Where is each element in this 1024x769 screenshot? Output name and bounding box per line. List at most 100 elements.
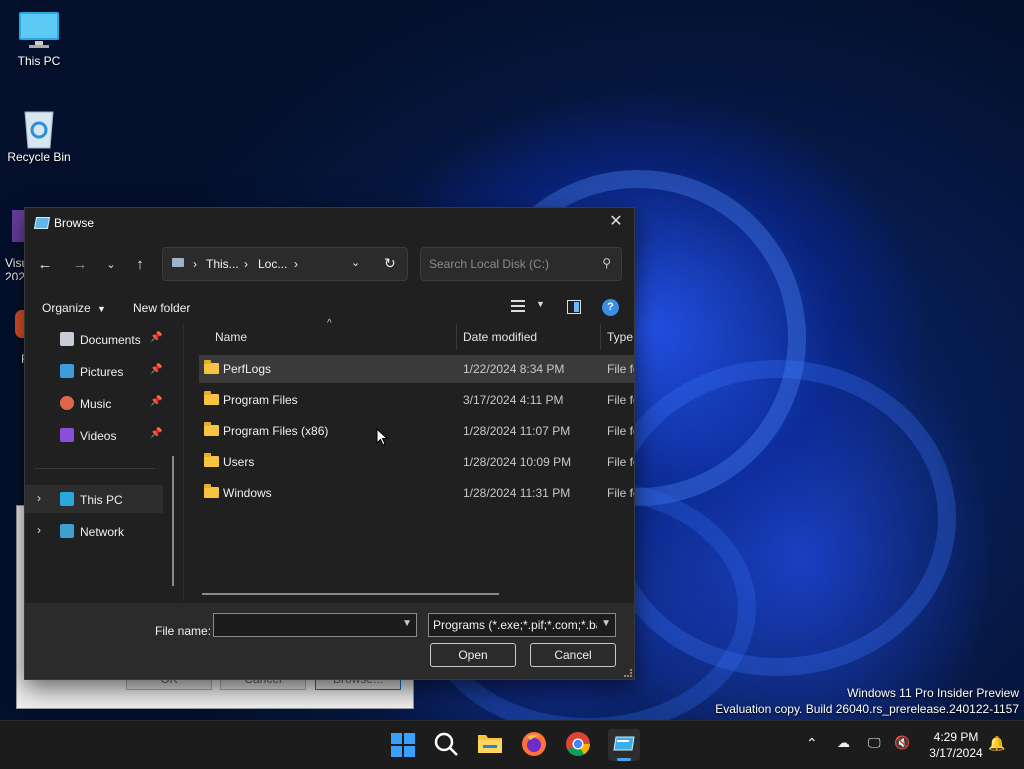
file-explorer-button[interactable] (477, 731, 505, 759)
forward-button[interactable]: → (69, 254, 91, 276)
address-dropdown-chevron-icon[interactable]: ⌄ (351, 256, 360, 269)
breadcrumb-local-disk[interactable]: Loc... (258, 257, 287, 271)
monitor-icon (17, 10, 61, 50)
file-type-filter[interactable]: Programs (*.exe;*.pif;*.com;*.ba ▼ (428, 613, 616, 637)
resize-grip-icon[interactable] (624, 669, 632, 677)
column-separator[interactable] (600, 324, 601, 350)
file-row[interactable]: Users 1/28/2024 10:09 PM File fo (199, 448, 634, 476)
desktop-icon-this-pc[interactable]: This PC (3, 10, 75, 68)
nav-item-documents[interactable]: Documents 📌 (25, 325, 181, 353)
file-type-filter-value: Programs (*.exe;*.pif;*.com;*.ba (433, 618, 597, 632)
horizontal-scrollbar[interactable] (202, 593, 499, 595)
file-date: 1/28/2024 10:09 PM (463, 455, 572, 469)
preview-pane-icon (574, 302, 579, 312)
clock-date: 3/17/2024 (929, 746, 983, 760)
close-icon: ✕ (609, 213, 623, 230)
chrome-icon (566, 732, 590, 757)
file-row[interactable]: Windows 1/28/2024 11:31 PM File fo (199, 479, 634, 507)
file-row[interactable]: Program Files (x86) 1/28/2024 11:07 PM F… (199, 417, 634, 445)
file-name: PerfLogs (223, 362, 272, 376)
expand-chevron-icon[interactable]: › (37, 491, 41, 505)
list-view-icon-mid (511, 305, 525, 307)
chevron-up-icon[interactable]: ⌃ (806, 735, 818, 752)
back-button[interactable]: ← (34, 254, 56, 276)
dialog-title: Browse (54, 216, 95, 230)
pin-icon[interactable]: 📌 (150, 364, 162, 375)
file-row[interactable]: PerfLogs 1/22/2024 8:34 PM File fo (199, 355, 634, 383)
watermark-line-2: Evaluation copy. Build 26040.rs_prerelea… (715, 702, 1019, 716)
active-app-button[interactable] (608, 729, 640, 761)
cancel-button[interactable]: Cancel (530, 643, 616, 667)
close-button[interactable]: ✕ (606, 212, 626, 232)
chevron-down-icon: ▼ (536, 299, 545, 309)
cloud-off-icon[interactable]: ☁ (837, 735, 850, 751)
column-header-name[interactable]: Name (215, 330, 247, 344)
recent-locations-button[interactable]: ⌄ (100, 254, 122, 276)
nav-item-label: Music (80, 397, 112, 411)
file-date: 1/28/2024 11:31 PM (463, 486, 571, 500)
chrome-button[interactable] (565, 731, 593, 759)
search-button[interactable] (433, 731, 461, 759)
file-name-label: File name: (155, 624, 212, 638)
nav-item-label: Pictures (80, 365, 124, 379)
desktop-icon-visual-studio-partial[interactable]: Visu 202 (3, 210, 25, 280)
sort-indicator-icon: ^ (327, 318, 332, 329)
nav-item-videos[interactable]: Videos 📌 (25, 421, 181, 449)
address-bar[interactable]: › This... › Loc... › ⌄ ↻ (162, 247, 408, 281)
column-separator[interactable] (456, 324, 457, 350)
file-name-input[interactable]: ▼ (213, 613, 417, 637)
folder-icon (204, 484, 219, 498)
file-type: File fo (607, 424, 634, 438)
pin-icon[interactable]: 📌 (150, 332, 162, 343)
recycle-bin-icon (17, 106, 61, 149)
search-box[interactable]: Search Local Disk (C:) ⚲ (420, 247, 622, 281)
arrow-left-icon: ← (37, 256, 53, 273)
desktop-icon-recycle-bin[interactable]: Recycle Bin (3, 106, 75, 164)
start-button[interactable] (389, 731, 417, 759)
pane-divider[interactable] (183, 323, 184, 601)
navigation-pane: Documents 📌 Pictures 📌 Music 📌 Videos 📌 … (25, 323, 181, 601)
column-header-type[interactable]: Type (607, 330, 633, 344)
active-app-icon (613, 736, 635, 751)
file-date: 1/22/2024 8:34 PM (463, 362, 565, 376)
desktop-icon-label: Recycle Bin (7, 150, 71, 164)
view-options-button[interactable]: ▼ (510, 298, 550, 316)
nav-item-pictures[interactable]: Pictures 📌 (25, 357, 181, 385)
expand-chevron-icon[interactable]: › (37, 523, 41, 537)
nav-item-music[interactable]: Music 📌 (25, 389, 181, 417)
open-button[interactable]: Open (430, 643, 516, 667)
file-row[interactable]: Program Files 3/17/2024 4:11 PM File fo (199, 386, 634, 414)
file-type: File fo (607, 362, 634, 376)
taskbar: ⌃ ☁ 🖵 🔇 4:29 PM 3/17/2024 🔔 (0, 720, 1024, 769)
volume-muted-icon[interactable]: 🔇 (894, 735, 910, 751)
file-type: File fo (607, 393, 634, 407)
desktop-icon-label: This PC (17, 54, 61, 68)
network-icon[interactable]: 🖵 (868, 735, 881, 751)
organize-button[interactable]: Organize ▼ (42, 301, 106, 315)
taskbar-clock[interactable]: 4:29 PM 3/17/2024 (920, 729, 992, 761)
navigation-scrollbar[interactable] (172, 456, 174, 586)
breadcrumb-this-pc[interactable]: This... (206, 257, 239, 271)
breadcrumb-separator: › (244, 257, 248, 271)
new-folder-button[interactable]: New folder (133, 301, 190, 315)
nav-item-this-pc[interactable]: › This PC (25, 485, 163, 513)
pin-icon[interactable]: 📌 (150, 428, 162, 439)
up-button[interactable]: ↑ (129, 254, 151, 276)
file-name: Program Files (x86) (223, 424, 329, 438)
desktop-icon-partial[interactable]: F (3, 308, 25, 368)
nav-item-network[interactable]: › Network (25, 517, 181, 545)
preview-pane-button[interactable] (567, 300, 581, 314)
folder-icon (204, 422, 219, 436)
chevron-down-icon[interactable]: ▼ (402, 618, 412, 629)
desktop-icon-label: Visu 202 (5, 256, 25, 280)
column-header-date-modified[interactable]: Date modified (463, 330, 537, 344)
notification-bell-icon[interactable]: 🔔 (988, 735, 1005, 752)
pin-icon[interactable]: 📌 (150, 396, 162, 407)
file-date: 1/28/2024 11:07 PM (463, 424, 571, 438)
help-button[interactable]: ? (602, 299, 619, 316)
file-name: Windows (223, 486, 272, 500)
start-icon (391, 733, 415, 757)
dialog-titlebar[interactable]: Browse ✕ (25, 208, 634, 238)
refresh-icon[interactable]: ↻ (384, 255, 396, 272)
firefox-button[interactable] (521, 731, 549, 759)
